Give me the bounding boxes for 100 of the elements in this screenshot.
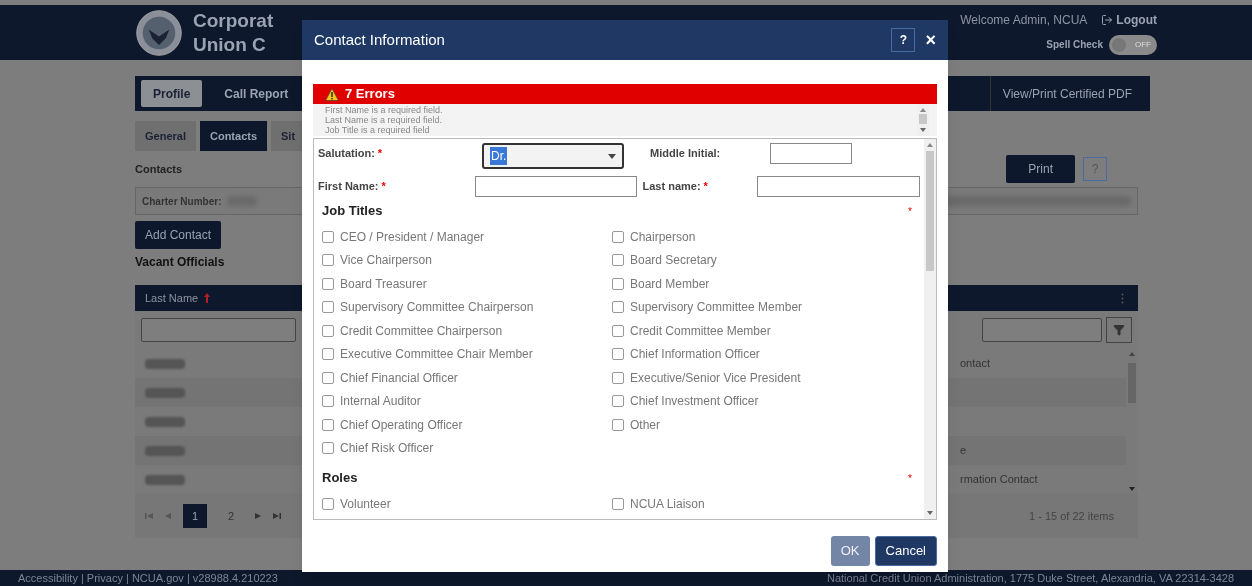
footer-links: Accessibility | Privacy | NCUA.gov | v28988.4.210223 xyxy=(18,570,278,586)
close-button[interactable]: × xyxy=(925,31,936,49)
filter-button[interactable] xyxy=(1106,317,1132,343)
section-title: Contacts xyxy=(135,161,183,177)
middle-initial-field[interactable] xyxy=(770,143,852,164)
main-tab[interactable]: Call Report xyxy=(212,80,301,107)
checkbox-label: NCUA Liaison xyxy=(630,495,705,513)
previous-page-icon[interactable] xyxy=(165,512,171,520)
blurred-value xyxy=(145,474,185,485)
checkbox-label: Other xyxy=(630,416,660,434)
checkbox[interactable] xyxy=(322,497,334,510)
checkbox-label: Chief Operating Officer xyxy=(340,416,463,434)
warning-icon xyxy=(325,87,339,101)
checkbox-label: Executive Committee Chair Member xyxy=(340,346,533,364)
site-title: Corporat xyxy=(193,8,274,33)
error-message: First Name is a required field. xyxy=(325,105,444,115)
section-heading: Roles xyxy=(322,469,358,488)
checkbox[interactable] xyxy=(612,301,624,314)
salutation-dropdown[interactable]: Dr. xyxy=(482,143,624,169)
certified-pdf-button[interactable]: View/Print Certified PDF xyxy=(989,76,1144,111)
cancel-button[interactable]: Cancel xyxy=(874,536,937,566)
checkbox-label: Chief Investment Officer xyxy=(630,393,759,411)
blurred-value xyxy=(145,387,185,398)
dialog-title: Contact Information xyxy=(314,29,445,50)
checkbox[interactable] xyxy=(612,371,624,384)
page-button[interactable]: 1 xyxy=(183,504,207,528)
field-label: First Name: * xyxy=(318,178,387,194)
table-cell-text: ontact xyxy=(960,356,990,372)
checkbox-label: Internal Auditor xyxy=(340,393,421,411)
checkbox[interactable] xyxy=(322,254,334,267)
main-tab[interactable]: Profile xyxy=(141,80,203,107)
print-button[interactable]: Print xyxy=(1006,155,1075,183)
checkbox-label: Vice Chairperson xyxy=(340,252,432,270)
dropdown-value: Dr. xyxy=(490,147,508,165)
field-label: Salutation: * xyxy=(318,146,384,161)
checkbox[interactable] xyxy=(612,324,624,337)
checkbox[interactable] xyxy=(322,442,334,455)
table-cell-text: rmation Contact xyxy=(960,472,1038,488)
table-cell-text: e xyxy=(960,443,967,459)
first-name-field[interactable] xyxy=(474,175,637,197)
checkbox[interactable] xyxy=(322,348,334,361)
error-message: Job Title is a required field xyxy=(325,125,431,135)
checkbox[interactable] xyxy=(612,497,624,510)
required-mark: * xyxy=(703,179,708,192)
checkbox[interactable] xyxy=(612,348,624,361)
checkbox-label: Executive/Senior Vice President xyxy=(630,369,801,387)
required-mark: * xyxy=(908,471,912,486)
blurred-value xyxy=(145,445,185,456)
last-page-icon[interactable] xyxy=(273,512,281,520)
add-contact-button[interactable]: Add Contact xyxy=(135,221,222,249)
seal-logo xyxy=(135,8,183,57)
next-page-icon[interactable] xyxy=(255,512,261,520)
required-mark: * xyxy=(381,179,386,192)
required-mark: * xyxy=(908,204,912,219)
checkbox[interactable] xyxy=(612,395,624,408)
filter-field[interactable] xyxy=(982,318,1102,342)
checkbox-label: Credit Committee Chairperson xyxy=(340,322,503,340)
field-label: Last name: * xyxy=(642,178,709,194)
error-message: Last Name is a required field. xyxy=(325,115,444,125)
logout-link[interactable]: Logout xyxy=(1101,10,1157,29)
site-title: Union C xyxy=(193,32,267,57)
required-mark: * xyxy=(377,147,383,159)
checkbox-label: Supervisory Committee Member xyxy=(630,299,803,317)
scrollbar[interactable] xyxy=(924,139,936,519)
checkbox[interactable] xyxy=(612,230,624,243)
charter-label: Charter Number: xyxy=(142,194,222,209)
checkbox[interactable] xyxy=(322,230,334,243)
checkbox-label: Volunteer xyxy=(340,495,391,513)
welcome-text: Welcome Admin, NCUA xyxy=(960,11,1088,29)
checkbox-label: Chief Risk Officer xyxy=(340,440,434,458)
checkbox-label: Supervisory Committee Chairperson xyxy=(340,299,534,317)
blurred-value xyxy=(145,358,185,369)
last-name-field[interactable] xyxy=(757,175,920,197)
field-label: Middle Initial: xyxy=(650,146,722,161)
checkbox-label: Board Treasurer xyxy=(340,275,427,293)
checkbox-label: Chief Financial Officer xyxy=(340,369,458,387)
checkbox[interactable] xyxy=(322,277,334,290)
help-button[interactable]: ? xyxy=(891,28,916,52)
caret-icon xyxy=(608,153,616,159)
vacant-officials-heading: Vacant Officials xyxy=(135,254,225,271)
sub-tab[interactable]: Contacts xyxy=(199,121,268,151)
filter-field[interactable] xyxy=(141,318,296,342)
checkbox[interactable] xyxy=(612,254,624,267)
error-count: 7 Errors xyxy=(345,85,395,104)
checkbox-label: Board Secretary xyxy=(630,252,717,270)
checkbox[interactable] xyxy=(322,371,334,384)
column-header[interactable]: Last Name xyxy=(145,289,199,307)
checkbox[interactable] xyxy=(612,418,624,431)
checkbox[interactable] xyxy=(322,418,334,431)
checkbox[interactable] xyxy=(322,301,334,314)
filter-icon xyxy=(1113,324,1125,336)
logout-icon xyxy=(1101,13,1114,26)
checkbox[interactable] xyxy=(322,324,334,337)
checkbox[interactable] xyxy=(612,277,624,290)
blurred-value xyxy=(145,416,185,427)
checkbox[interactable] xyxy=(322,395,334,408)
footer-address: National Credit Union Administration, 1775 Duke Street, Alexandria, VA 22314-3428 xyxy=(826,570,1234,586)
section-heading: Job Titles xyxy=(322,202,383,221)
checkbox-label: CEO / President / Manager xyxy=(340,228,485,246)
first-page-icon[interactable] xyxy=(145,512,153,520)
